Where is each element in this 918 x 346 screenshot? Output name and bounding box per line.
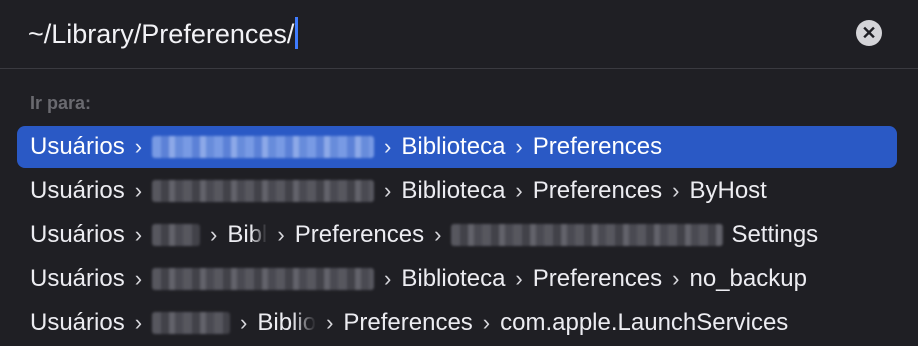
path-separator: ›: [434, 222, 442, 247]
path-segment: Preferences: [532, 133, 663, 160]
path-separator: ›: [384, 178, 392, 203]
go-to-folder-panel: ~/Library/Preferences/ ✕ Ir para: Usuári…: [0, 0, 918, 346]
path-segment: com.apple.LaunchServices: [500, 309, 789, 336]
path-segment: Preferences: [343, 309, 473, 336]
path-segment: Settings: [731, 221, 819, 248]
path-segment: Biblioteca: [401, 265, 506, 292]
path-separator: ›: [134, 266, 143, 291]
redacted-username: [152, 224, 201, 246]
path-separator: ›: [384, 134, 392, 159]
path-separator: ›: [210, 222, 218, 247]
suggestion-row[interactable]: Usuários › › Biblioteca › Preferences › …: [17, 258, 897, 300]
redacted-username: [152, 136, 375, 158]
path-segment: ByHost: [689, 177, 767, 204]
path-separator: ›: [134, 134, 143, 159]
path-segment: Preferences: [532, 265, 663, 292]
path-segment: Biblioteca: [401, 133, 506, 160]
suggestion-row[interactable]: Usuários › › Biblioteca › Preferences › …: [17, 170, 897, 212]
path-segment: Usuários: [30, 309, 125, 336]
section-label: Ir para:: [30, 93, 92, 113]
redacted-folder-name: [451, 224, 724, 246]
path-separator: ›: [277, 222, 285, 247]
path-separator: ›: [240, 310, 248, 335]
text-caret: [295, 17, 299, 49]
path-segment: Usuários: [30, 221, 125, 248]
suggestion-row[interactable]: Usuários › › Bibl › Preferences › Settin…: [17, 214, 897, 256]
path-separator: ›: [134, 310, 143, 335]
path-segment: Usuários: [30, 177, 125, 204]
path-segment: Biblioteca: [401, 177, 506, 204]
suggestion-row[interactable]: Usuários › › Biblioteca › Preferences: [17, 126, 897, 168]
path-separator: ›: [384, 266, 392, 291]
path-separator: ›: [134, 178, 143, 203]
suggestion-row[interactable]: Usuários › › Biblio › Preferences › com.…: [17, 302, 897, 344]
path-separator: ›: [515, 178, 523, 203]
path-segment: Preferences: [532, 177, 663, 204]
path-input-row: ~/Library/Preferences/ ✕: [0, 0, 918, 69]
path-separator: ›: [672, 266, 680, 291]
path-separator: ›: [326, 310, 334, 335]
path-segment: Usuários: [30, 133, 125, 160]
path-separator: ›: [482, 310, 491, 335]
path-segment: Usuários: [30, 265, 125, 292]
path-input-text: ~/Library/Preferences/: [28, 19, 295, 49]
path-separator: ›: [515, 266, 523, 291]
suggestion-list: Usuários › › Biblioteca › Preferences Us…: [17, 126, 897, 346]
redacted-username: [152, 180, 375, 202]
path-separator: ›: [672, 178, 680, 203]
path-separator: ›: [134, 222, 143, 247]
path-segment: no_backup: [689, 265, 807, 292]
redacted-username: [152, 312, 231, 334]
redacted-username: [152, 268, 375, 290]
clear-input-icon[interactable]: ✕: [856, 20, 882, 46]
path-segment: Preferences: [294, 221, 425, 248]
path-separator: ›: [515, 134, 523, 159]
path-segment: Biblio: [257, 309, 317, 336]
path-segment: Bibl: [227, 221, 268, 248]
path-input[interactable]: ~/Library/Preferences/: [28, 14, 299, 54]
